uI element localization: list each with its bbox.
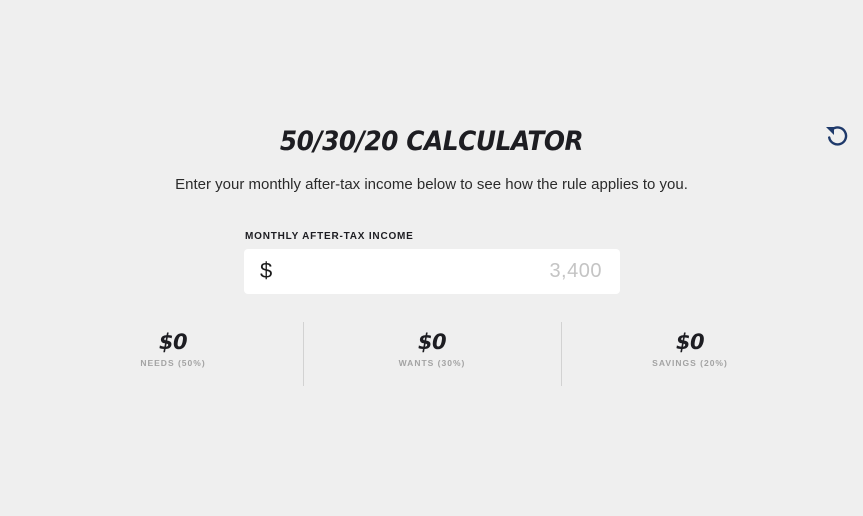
- wants-label: WANTS (30%): [398, 358, 466, 368]
- page-subtitle: Enter your monthly after-tax income belo…: [175, 176, 688, 193]
- page-title: 50/30/20 CALCULATOR: [279, 126, 584, 157]
- needs-result: $0 NEEDS (50%): [44, 322, 302, 386]
- needs-amount: $0: [158, 330, 188, 354]
- wants-amount: $0: [417, 330, 447, 354]
- savings-label: SAVINGS (20%): [652, 358, 728, 368]
- income-input[interactable]: [288, 249, 602, 294]
- currency-symbol: $: [260, 258, 273, 283]
- needs-label: NEEDS (50%): [140, 358, 206, 368]
- income-field[interactable]: $: [244, 249, 620, 294]
- income-field-label: MONTHLY AFTER-TAX INCOME: [245, 231, 414, 242]
- savings-result: $0 SAVINGS (20%): [561, 322, 819, 386]
- wants-result: $0 WANTS (30%): [303, 322, 561, 386]
- savings-amount: $0: [675, 330, 705, 354]
